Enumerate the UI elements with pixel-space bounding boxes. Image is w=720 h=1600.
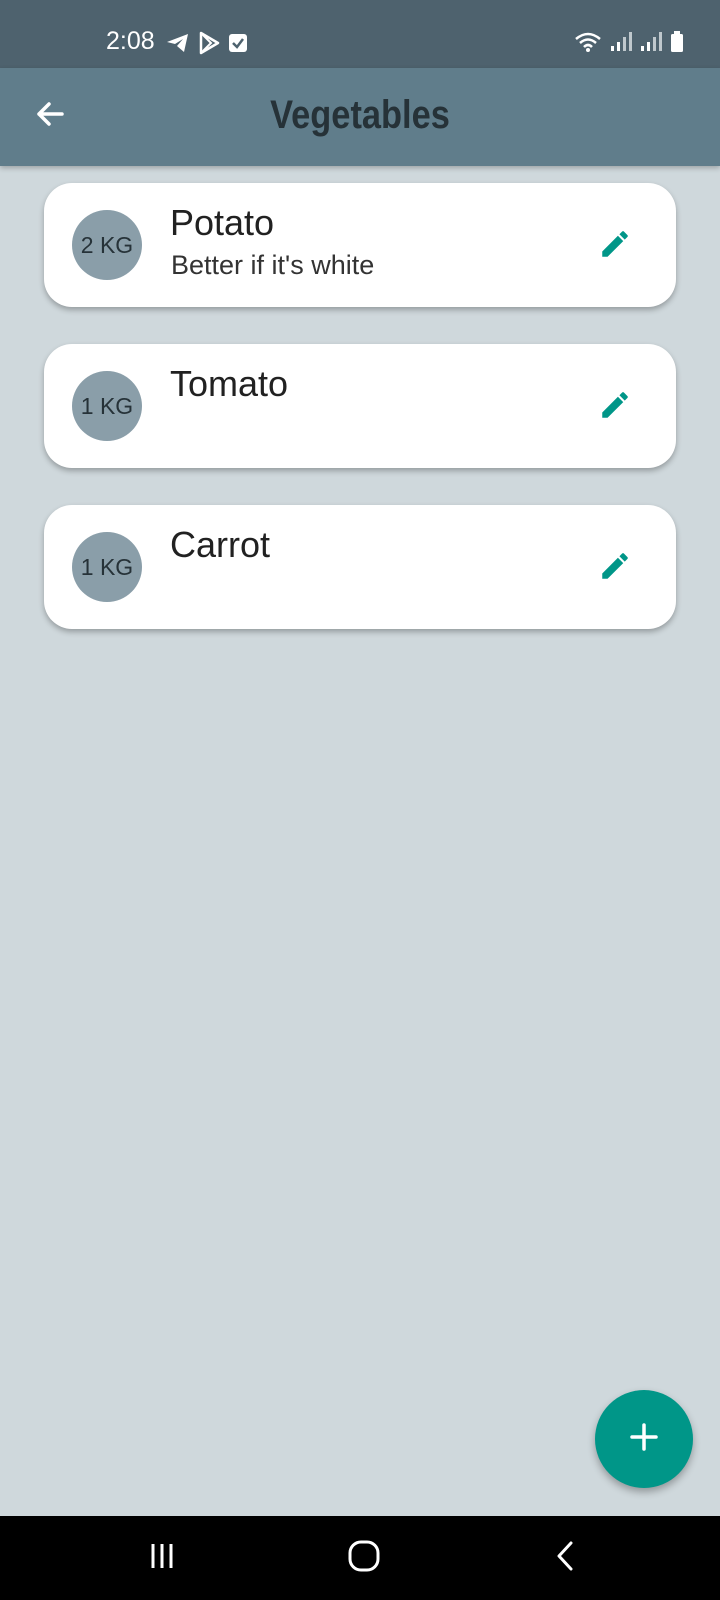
play-store-icon xyxy=(198,31,220,60)
nav-back-button[interactable] xyxy=(536,1536,596,1580)
check-box-icon xyxy=(228,33,248,58)
list-item[interactable]: 2 KG Potato Better if it's white xyxy=(44,183,676,307)
system-nav-bar xyxy=(0,1516,720,1600)
list-item[interactable]: 1 KG Tomato xyxy=(44,344,676,468)
app-bar: Vegetables xyxy=(0,68,720,166)
status-bar: 2:08 xyxy=(0,0,720,68)
pencil-icon xyxy=(598,227,632,266)
home-icon xyxy=(347,1539,381,1578)
edit-button[interactable] xyxy=(592,545,638,591)
add-item-button[interactable] xyxy=(595,1390,693,1488)
vegetable-list: 2 KG Potato Better if it's white 1 KG To… xyxy=(44,183,676,666)
wifi-icon xyxy=(574,31,602,58)
home-button[interactable] xyxy=(334,1536,394,1580)
battery-icon xyxy=(670,31,684,58)
pencil-icon xyxy=(598,549,632,588)
plus-icon xyxy=(629,1422,659,1457)
recent-apps-icon xyxy=(147,1541,177,1576)
quantity-avatar: 2 KG xyxy=(72,210,142,280)
telegram-icon xyxy=(166,32,190,59)
list-item[interactable]: 1 KG Carrot xyxy=(44,505,676,629)
item-name: Carrot xyxy=(170,524,271,565)
status-left-icons xyxy=(166,31,248,60)
item-name: Potato xyxy=(170,202,275,243)
edit-button[interactable] xyxy=(592,223,638,269)
item-note: Better if it's white xyxy=(171,250,375,280)
recent-apps-button[interactable] xyxy=(132,1536,192,1580)
status-right-icons xyxy=(574,31,684,58)
back-icon xyxy=(553,1540,579,1577)
quantity-avatar: 1 KG xyxy=(72,371,142,441)
item-name: Tomato xyxy=(170,363,289,404)
quantity-avatar: 1 KG xyxy=(72,532,142,602)
signal-icon xyxy=(610,31,632,58)
signal-icon xyxy=(640,31,662,58)
pencil-icon xyxy=(598,388,632,427)
edit-button[interactable] xyxy=(592,384,638,430)
status-time: 2:08 xyxy=(106,27,155,55)
page-title: Vegetables xyxy=(270,93,450,137)
